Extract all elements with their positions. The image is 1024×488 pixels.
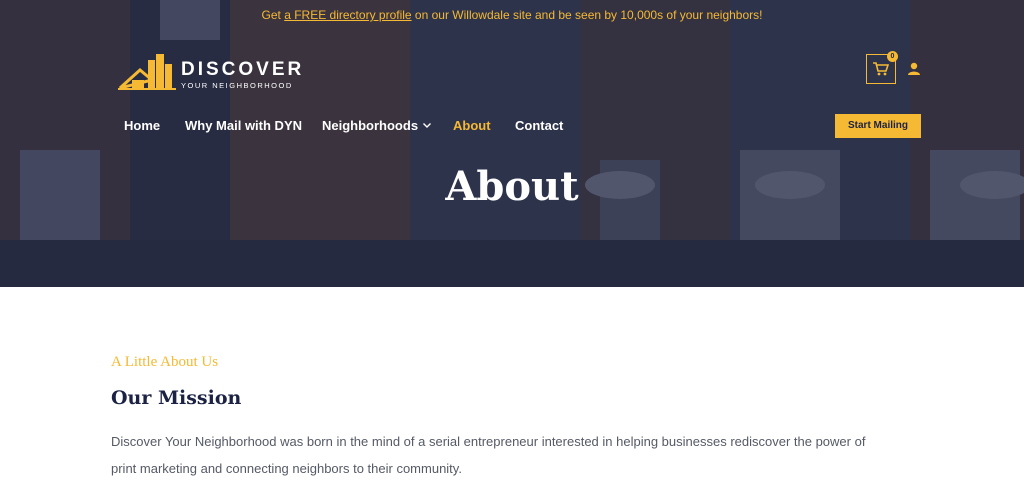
section-eyebrow: A Little About Us [111,354,219,370]
start-mailing-button[interactable]: Start Mailing [835,114,921,138]
nav-item-about[interactable]: About [453,118,491,133]
chevron-down-icon [423,123,432,128]
announcement-suffix: on our Willowdale site and be seen by 10… [411,8,763,22]
cart-icon [873,62,889,76]
house-skyline-logo-icon [118,54,176,90]
hero-section: Get a FREE directory profile on our Will… [0,0,1024,287]
logo-subtitle: YOUR NEIGHBORHOOD [181,81,293,90]
logo-title: DISCOVER [181,59,305,80]
site-logo[interactable]: DISCOVER YOUR NEIGHBORHOOD [118,50,308,92]
cart-button[interactable]: 0 [866,51,898,84]
nav-item-neighborhoods[interactable]: Neighborhoods [322,118,432,133]
hero-overlay [0,0,1024,287]
nav-item-why-mail[interactable]: Why Mail with DYN [185,118,302,133]
cart-count-badge: 0 [887,51,898,62]
mission-text: Discover Your Neighborhood was born in t… [111,434,866,476]
page-title: About [445,163,579,210]
user-account-icon[interactable] [907,62,921,76]
free-profile-link[interactable]: a FREE directory profile [284,8,411,22]
section-title: Our Mission [111,387,242,409]
announcement-prefix: Get [261,8,285,22]
nav-item-neighborhoods-label: Neighborhoods [322,118,419,133]
nav-item-home[interactable]: Home [124,118,160,133]
announcement-bar: Get a FREE directory profile on our Will… [0,8,1024,22]
nav-item-contact[interactable]: Contact [515,118,563,133]
